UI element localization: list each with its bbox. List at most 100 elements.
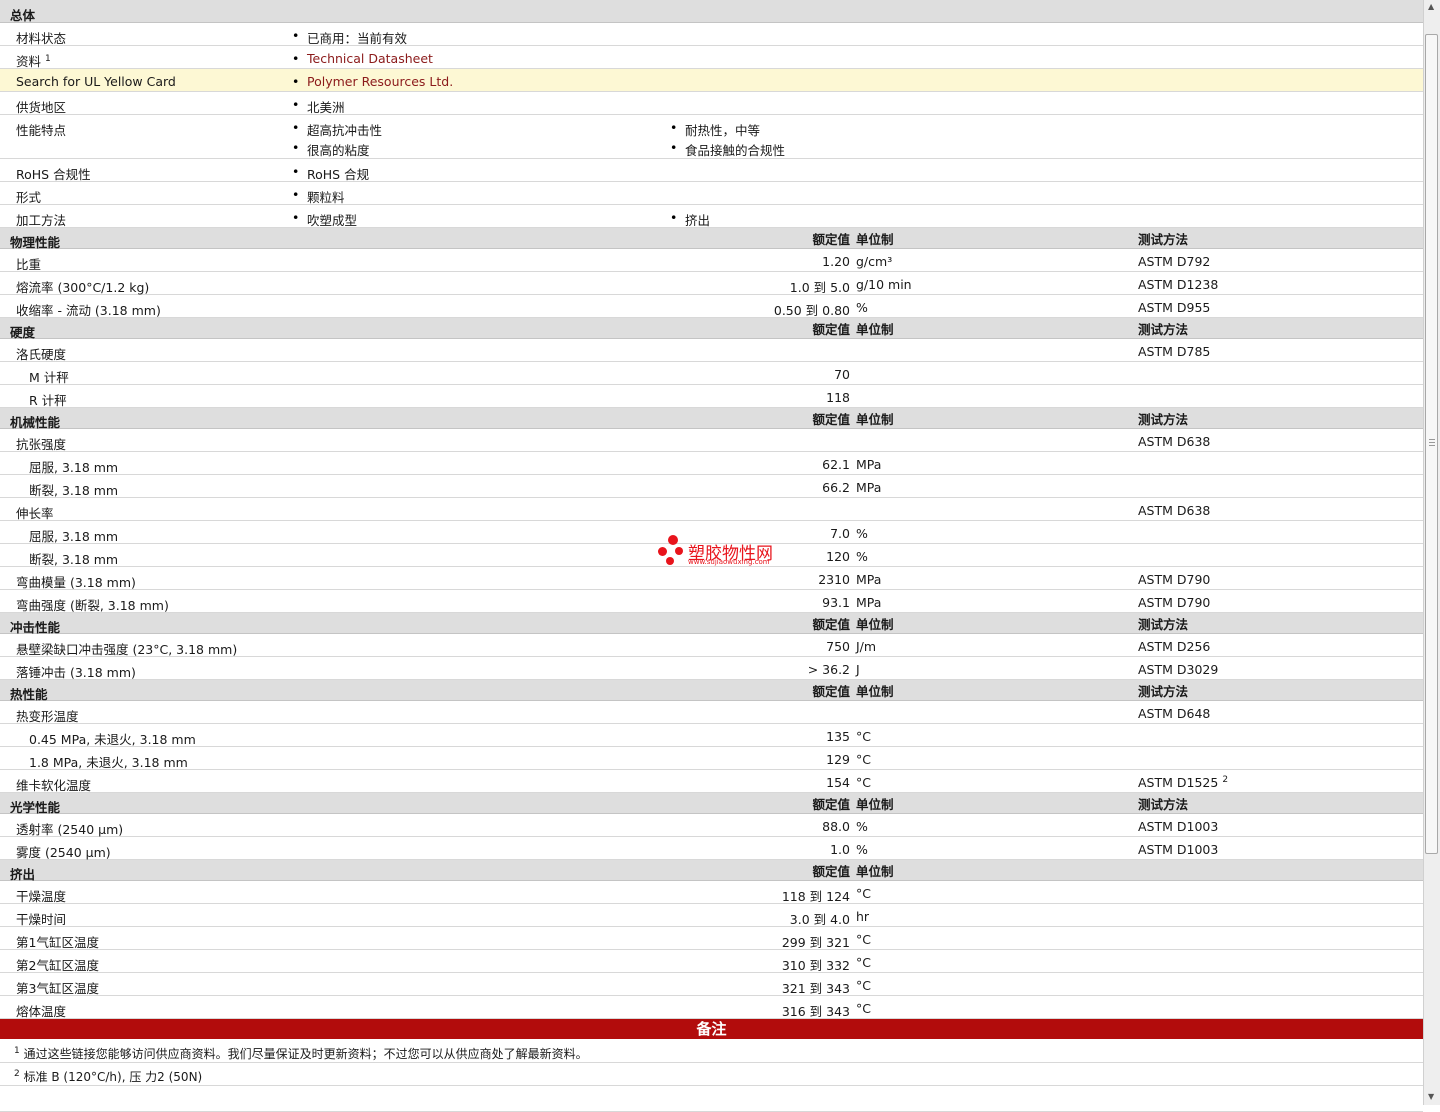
scroll-down-arrow-icon[interactable]: ▼ [1428, 1092, 1434, 1101]
property-row: 屈服, 3.18 mm 62.1 MPa [0, 452, 1423, 475]
property-row: 熔流率 (300°C/1.2 kg) 1.0 到 5.0 g/10 min ASTM … [0, 272, 1423, 295]
general-row-label: Search for UL Yellow Card [16, 74, 176, 89]
test-method-text: ASTM D785 [1138, 344, 1211, 359]
supplier-link[interactable]: Technical Datasheet [292, 51, 433, 66]
property-value: 310 到 332 [781, 958, 850, 973]
test-method: ASTM D256 [1138, 639, 1210, 654]
note-text: 1 通过这些链接您能够访问供应商资料。我们尽量保证及时更新资料；不过您可以从供应… [14, 1045, 588, 1062]
property-section: 光学性能 额定值 单位制 测试方法 透射率 (2540 µm) 88.0% ASTM D10… [0, 793, 1423, 860]
property-value: 299 到 321 [781, 935, 850, 950]
column-header-test: 测试方法 [1138, 684, 1189, 699]
logo-dot-icon [675, 547, 683, 555]
property-label: 屈服, 3.18 mm [29, 529, 119, 544]
section-header: 光学性能 额定值 单位制 测试方法 [0, 793, 1423, 815]
test-method-text: ASTM D1238 [1138, 277, 1219, 292]
test-method-text: ASTM D790 [1138, 572, 1211, 587]
property-row: 干燥时间 3.0 到 4.0 hr [0, 904, 1423, 927]
test-method-text: ASTM D1525 [1138, 775, 1219, 790]
general-row: 材料状态 已商用：当前有效 [0, 23, 1423, 46]
property-row: 伸长率 ASTM D638 [0, 498, 1423, 521]
column-header-unit: 单位制 [856, 232, 894, 247]
property-value: 129 [826, 752, 850, 767]
general-row-label: RoHS 合规性 [16, 164, 91, 183]
test-method-text: ASTM D3029 [1138, 662, 1219, 677]
property-unit: g/cm³ [856, 254, 893, 269]
bullet-item: 颗粒料 [292, 187, 344, 206]
general-row: 形式 颗粒料 [0, 182, 1423, 205]
column-header-unit: 单位制 [856, 412, 894, 427]
section-header: 物理性能 额定值 单位制 测试方法 [0, 228, 1423, 250]
property-label: 熔体温度 [16, 1004, 67, 1019]
property-unit: °C [856, 955, 871, 970]
property-row: 第3气缸区温度 321 到 343 °C [0, 973, 1423, 996]
general-row: 性能特点 超高抗冲击性 耐热性，中等很高的粘度 食品接触的合规性 [0, 115, 1423, 159]
property-label: 伸长率 [16, 506, 54, 521]
property-unit: °C [856, 752, 871, 767]
notes-empty-row [0, 1086, 1423, 1112]
property-value: 750 [826, 639, 850, 654]
bullet-item: 已商用：当前有效 [292, 28, 407, 47]
property-unit: g/10 min [856, 277, 912, 292]
note-content: 通过这些链接您能够访问供应商资料。我们尽量保证及时更新资料；不过您可以从供应商处… [23, 1047, 588, 1061]
column-header-test: 测试方法 [1138, 232, 1189, 247]
column-header-unit: 单位制 [856, 864, 894, 879]
bullet-item: 吹塑成型 [292, 210, 357, 229]
bullet-item: 挤出 [670, 210, 710, 229]
general-row: 供货地区 北美洲 [0, 92, 1423, 115]
column-header-value: 额定值 [812, 412, 850, 427]
general-row-label: 供货地区 [16, 97, 66, 116]
scroll-up-arrow-icon[interactable]: ▲ [1428, 2, 1434, 11]
scrollbar-thumb[interactable] [1425, 34, 1438, 854]
property-row: 干燥温度 118 到 124 °C [0, 881, 1423, 904]
property-row: 抗张强度 ASTM D638 [0, 429, 1423, 452]
property-value: 93.1 [822, 595, 850, 610]
test-method-text: ASTM D790 [1138, 595, 1211, 610]
label-text: 形式 [16, 190, 42, 205]
bullet-item: RoHS 合规 [292, 164, 369, 183]
property-value: 316 到 343 [781, 1004, 850, 1019]
label-text: 资料 [16, 54, 42, 69]
supplier-link[interactable]: Polymer Resources Ltd. [292, 74, 453, 89]
watermark-logo: 塑胶物性网 www.sujiaowuxing.com [656, 535, 791, 571]
property-unit: °C [856, 1001, 871, 1016]
test-method: ASTM D955 [1138, 300, 1210, 315]
column-header-test: 测试方法 [1138, 322, 1189, 337]
column-header-value: 额定值 [812, 864, 850, 879]
property-value: 120 [826, 549, 850, 564]
property-row: 洛氏硬度 ASTM D785 [0, 339, 1423, 362]
property-label: 0.45 MPa, 未退火, 3.18 mm [29, 732, 196, 747]
vertical-scrollbar[interactable]: ▲ ▼ [1423, 0, 1440, 1105]
property-row: 悬壁梁缺口冲击强度 (23°C, 3.18 mm) 750 J/m ASTM D256 [0, 634, 1423, 657]
property-row: 第1气缸区温度 299 到 321 °C [0, 927, 1423, 950]
label-text: 供货地区 [16, 100, 67, 115]
logo-dot-icon [668, 535, 678, 545]
test-method: ASTM D792 [1138, 254, 1210, 269]
property-label: 第1气缸区温度 [16, 935, 99, 950]
property-value: 0.50 到 0.80 [773, 303, 850, 318]
column-header-value: 额定值 [812, 617, 850, 632]
property-label: 断裂, 3.18 mm [29, 483, 119, 498]
column-header-unit: 单位制 [856, 617, 894, 632]
column-header-value: 额定值 [812, 232, 850, 247]
section-header: 机械性能 额定值 单位制 测试方法 [0, 408, 1423, 430]
test-method: ASTM D1003 [1138, 819, 1218, 834]
column-header-unit: 单位制 [856, 322, 894, 337]
property-row: 落锤冲击 (3.18 mm) > 36.2 J ASTM D3029 [0, 657, 1423, 680]
bullet-item: 耐热性，中等 [670, 120, 760, 139]
property-unit: °C [856, 729, 871, 744]
general-row-label: 加工方法 [16, 210, 66, 229]
column-header-unit: 单位制 [856, 797, 894, 812]
property-label: 干燥温度 [16, 889, 67, 904]
bullet-item: 超高抗冲击性 [292, 120, 382, 139]
property-label: 第2气缸区温度 [16, 958, 99, 973]
property-row: 弯曲强度 (断裂, 3.18 mm) 93.1 MPa ASTM D790 [0, 590, 1423, 613]
property-unit: MPa [856, 595, 882, 610]
property-label: 屈服, 3.18 mm [29, 460, 119, 475]
property-unit: hr [856, 909, 870, 924]
property-section: 挤出 额定值 单位制 干燥温度 118 到 124 °C 干燥时间 3.0 到 4.0 hr 第1… [0, 860, 1423, 1019]
column-header-test: 测试方法 [1138, 412, 1189, 427]
footnote-number: 1 [14, 1046, 20, 1056]
property-label: 悬壁梁缺口冲击强度 (23°C, 3.18 mm) [16, 642, 238, 657]
watermark-url: www.sujiaowuxing.com [688, 558, 770, 566]
property-row: 维卡软化温度 154 °C ASTM D1525 2 [0, 770, 1423, 793]
